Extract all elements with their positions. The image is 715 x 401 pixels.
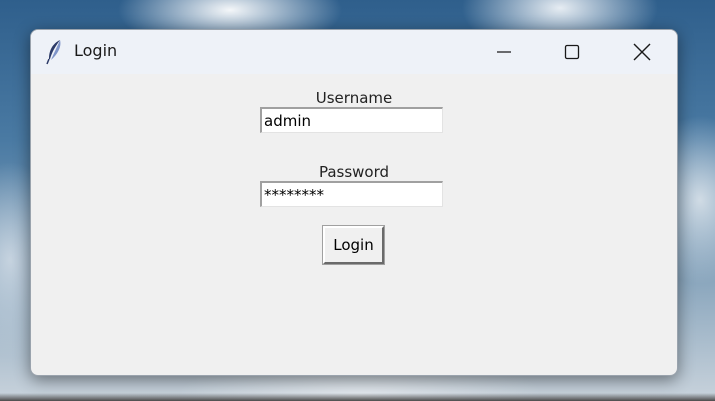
title-bar[interactable]: Login xyxy=(31,30,677,74)
password-field[interactable]: ******** xyxy=(260,181,443,207)
minimize-icon xyxy=(497,51,511,53)
close-button[interactable] xyxy=(607,30,677,74)
window-title: Login xyxy=(74,41,118,60)
login-form: Username admin Password ******** Login xyxy=(31,74,677,375)
login-button[interactable]: Login xyxy=(322,225,385,265)
username-field[interactable]: admin xyxy=(260,107,443,133)
minimize-button[interactable] xyxy=(469,30,539,74)
feather-icon xyxy=(45,39,65,65)
close-icon xyxy=(633,43,651,61)
maximize-button[interactable] xyxy=(537,30,607,74)
maximize-icon xyxy=(564,44,580,60)
desktop-horizon xyxy=(0,393,715,401)
username-label: Username xyxy=(315,89,393,107)
password-label: Password xyxy=(318,163,390,181)
login-window: Login Username admin Password ******** L… xyxy=(30,29,678,376)
